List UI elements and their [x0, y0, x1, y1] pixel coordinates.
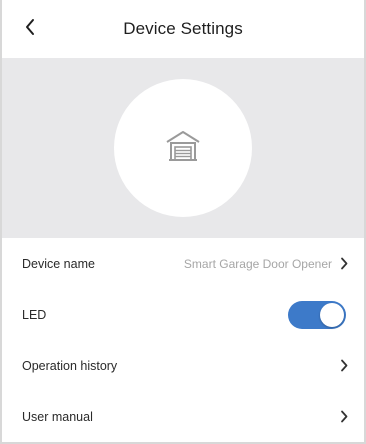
- operation-history-row[interactable]: Operation history: [2, 340, 364, 391]
- device-settings-screen: Device Settings Device name Smart Garage: [0, 0, 366, 444]
- device-avatar: [114, 79, 252, 217]
- device-name-right: Smart Garage Door Opener: [184, 257, 350, 271]
- chevron-right-icon: [338, 359, 350, 373]
- led-row: LED: [2, 289, 364, 340]
- device-hero: [2, 58, 364, 238]
- page-title: Device Settings: [123, 19, 243, 38]
- user-manual-label: User manual: [22, 409, 93, 424]
- settings-list: Device name Smart Garage Door Opener LED…: [2, 238, 364, 442]
- device-name-row[interactable]: Device name Smart Garage Door Opener: [2, 238, 364, 289]
- chevron-left-icon: [24, 18, 36, 41]
- toggle-knob: [320, 302, 344, 327]
- led-label: LED: [22, 307, 47, 322]
- led-toggle[interactable]: [288, 300, 346, 329]
- device-name-label: Device name: [22, 256, 95, 271]
- header: Device Settings: [2, 0, 364, 58]
- device-name-value: Smart Garage Door Opener: [183, 256, 332, 271]
- chevron-right-icon: [338, 257, 350, 271]
- garage-icon: [165, 130, 201, 167]
- chevron-right-icon: [338, 410, 350, 424]
- back-button[interactable]: [18, 17, 42, 41]
- operation-history-label: Operation history: [22, 358, 118, 373]
- user-manual-row[interactable]: User manual: [2, 391, 364, 442]
